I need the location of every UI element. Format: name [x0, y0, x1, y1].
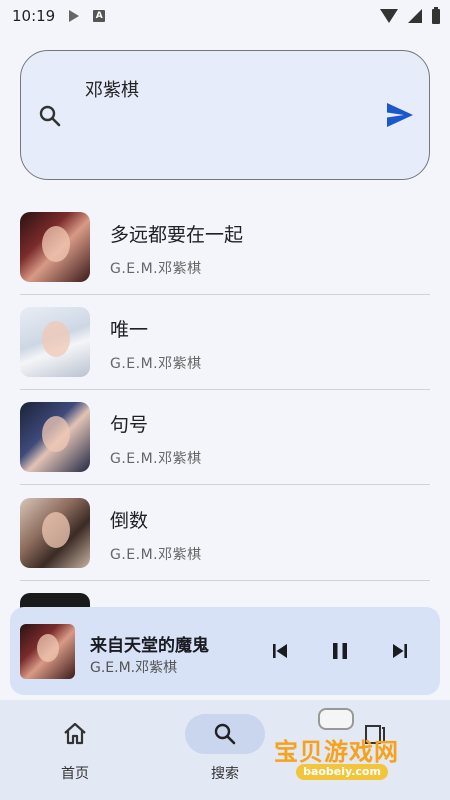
battery-icon	[432, 6, 440, 24]
signal-icon	[408, 9, 422, 23]
wifi-icon	[380, 9, 398, 23]
watermark-text: 宝贝游戏网	[274, 738, 399, 766]
song-title: 倒数	[110, 510, 149, 532]
song-title: 唯一	[110, 319, 149, 341]
home-icon	[64, 722, 86, 745]
song-artist: G.E.M.邓紫棋	[110, 356, 202, 372]
song-artist: G.E.M.邓紫棋	[110, 261, 202, 277]
previous-track-icon[interactable]	[270, 641, 290, 661]
album-cover	[20, 498, 90, 568]
mini-player[interactable]: 来自天堂的魔鬼 G.E.M.邓紫棋	[10, 607, 440, 695]
send-icon[interactable]	[386, 102, 414, 128]
song-title: 多远都要在一起	[110, 224, 244, 246]
search-icon	[214, 723, 236, 745]
now-playing-title: 来自天堂的魔鬼	[90, 636, 209, 656]
nav-item-home[interactable]: 首页	[0, 700, 150, 800]
song-title: 句号	[110, 414, 149, 436]
pause-icon[interactable]	[330, 641, 350, 661]
album-cover	[20, 307, 90, 377]
album-cover	[20, 402, 90, 472]
list-item[interactable]: 倒数 G.E.M.邓紫棋	[20, 486, 430, 581]
next-track-icon[interactable]	[390, 641, 410, 661]
now-playing-cover	[20, 624, 75, 679]
play-notification-icon	[69, 10, 80, 22]
status-indicators	[380, 6, 440, 24]
song-artist: G.E.M.邓紫棋	[110, 547, 202, 563]
status-bar: 10:19 A	[0, 0, 450, 32]
list-item[interactable]: 多远都要在一起 G.E.M.邓紫棋	[20, 200, 430, 295]
now-playing-artist: G.E.M.邓紫棋	[90, 660, 178, 676]
search-icon	[39, 105, 61, 127]
list-item[interactable]: 唯一 G.E.M.邓紫棋	[20, 295, 430, 390]
watermark-logo: 宝贝游戏网 baobeiy.com	[268, 706, 428, 796]
search-input[interactable]: 邓紫棋	[85, 76, 139, 102]
watermark-url: baobeiy.com	[296, 764, 388, 780]
album-cover	[20, 212, 90, 282]
search-box[interactable]	[20, 50, 430, 180]
song-artist: G.E.M.邓紫棋	[110, 451, 202, 467]
status-time: 10:19	[12, 7, 56, 25]
nav-label-home: 首页	[61, 766, 89, 782]
list-item[interactable]: 句号 G.E.M.邓紫棋	[20, 390, 430, 485]
gamepad-icon	[318, 708, 354, 730]
a-notification-icon: A	[93, 10, 106, 22]
